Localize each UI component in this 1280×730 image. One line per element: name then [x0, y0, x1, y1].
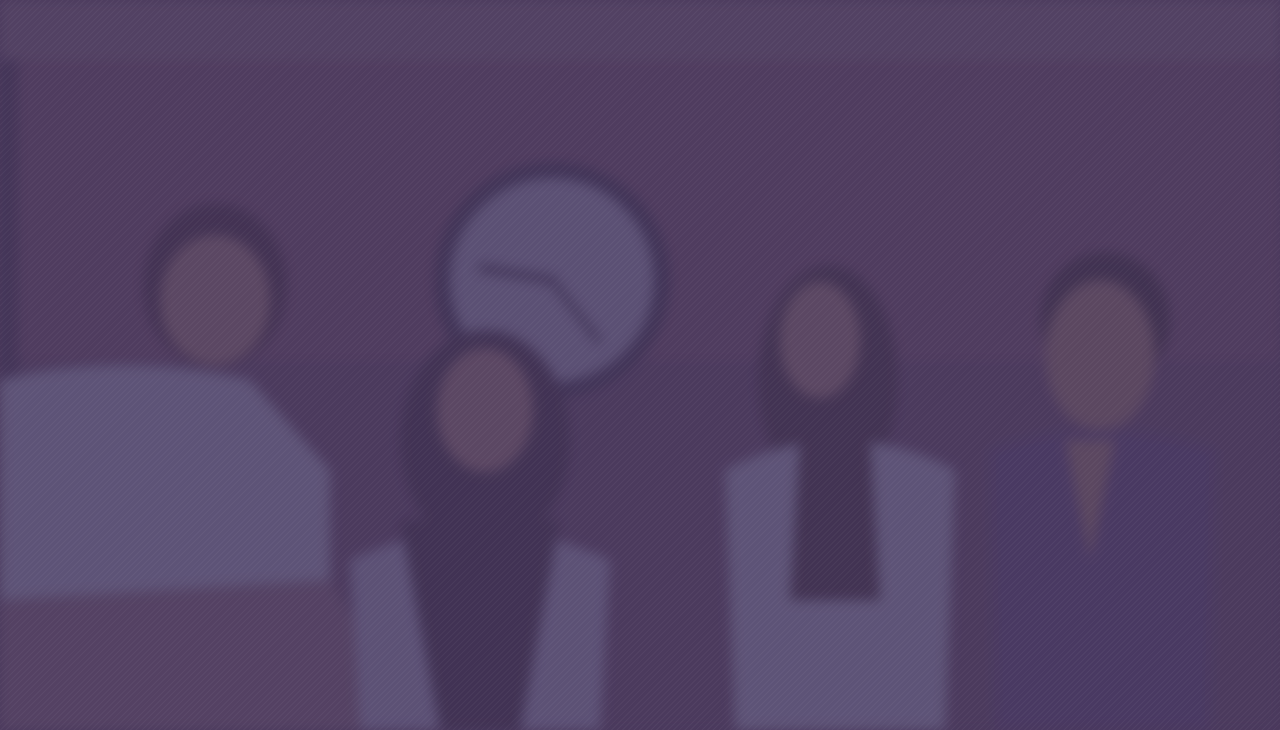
hero-stripe-texture	[0, 0, 1280, 730]
hero-banner	[0, 0, 1280, 730]
